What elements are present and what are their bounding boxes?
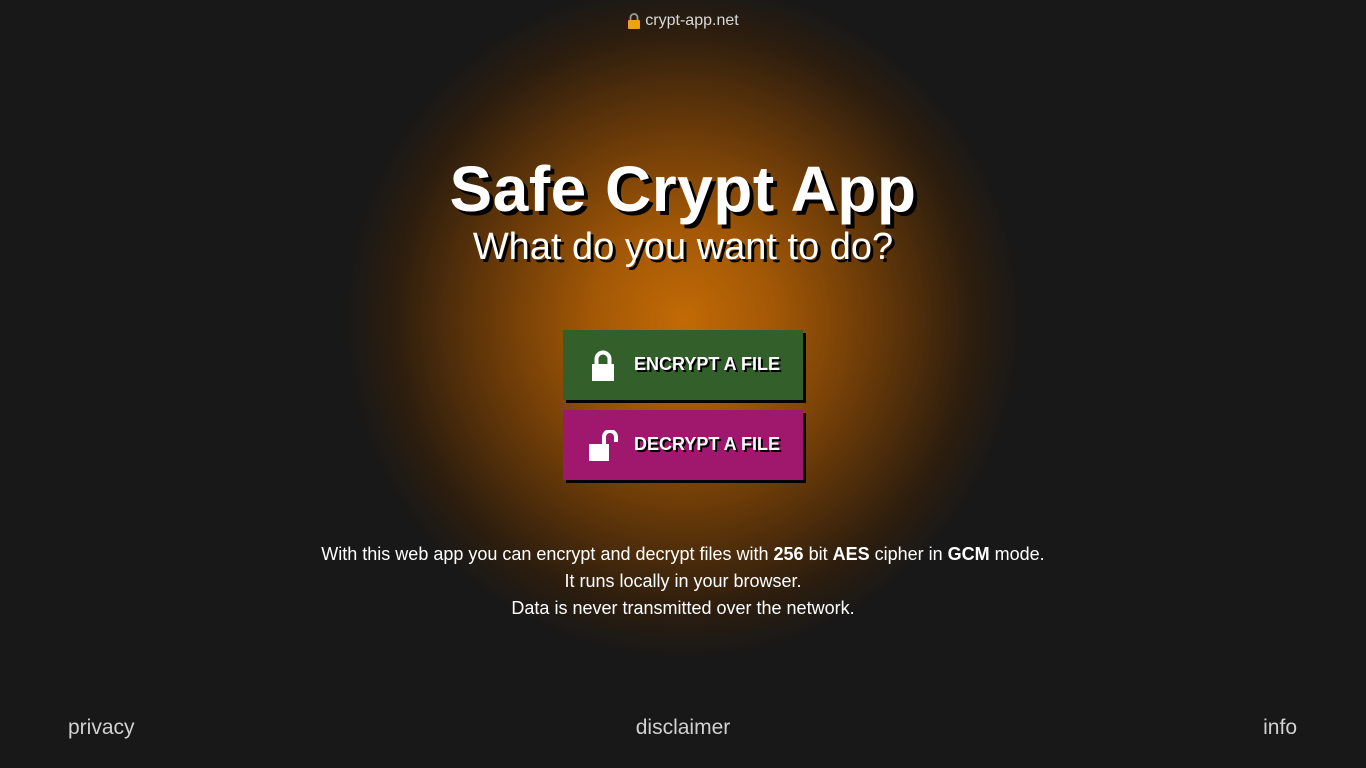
- disclaimer-link-text[interactable]: disclaimer: [636, 716, 731, 739]
- cipher-mode: GCM: [947, 544, 990, 564]
- unlock-icon: [589, 430, 618, 461]
- decrypt-file-button[interactable]: DECRYPT A FILE: [563, 410, 803, 480]
- description-line-1: With this web app you can encrypt and de…: [321, 544, 1045, 564]
- page: crypt-app.net Safe Crypt App What do you…: [0, 0, 1366, 768]
- cipher-name: AES: [832, 544, 870, 564]
- lock-icon: [592, 350, 614, 381]
- page-title: Safe Crypt App: [449, 153, 917, 225]
- page-subtitle: What do you want to do?: [472, 226, 894, 268]
- domain-bar: crypt-app.net: [0, 12, 1366, 30]
- encrypt-file-button[interactable]: ENCRYPT A FILE: [563, 330, 803, 400]
- encrypt-button-label: ENCRYPT A FILE: [634, 354, 781, 374]
- disclaimer-link: disclaimer: [0, 716, 1366, 740]
- decrypt-button-label: DECRYPT A FILE: [634, 434, 781, 454]
- domain-text: crypt-app.net: [645, 12, 739, 29]
- description-line-2: It runs locally in your browser.: [564, 571, 802, 591]
- info-link[interactable]: info: [1263, 716, 1297, 740]
- description-line-3: Data is never transmitted over the netwo…: [511, 598, 855, 618]
- lock-icon: [628, 13, 641, 29]
- key-bits: 256: [773, 544, 804, 564]
- app-description: With this web app you can encrypt and de…: [0, 541, 1366, 622]
